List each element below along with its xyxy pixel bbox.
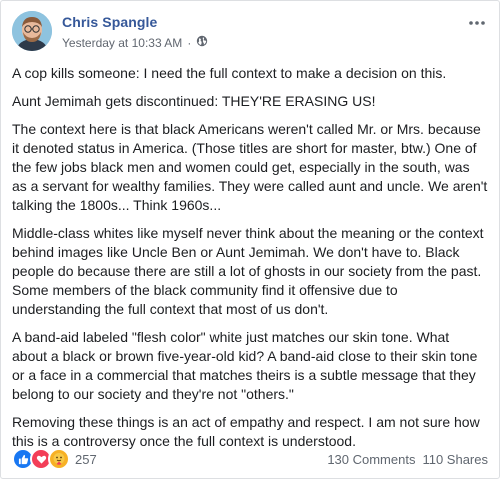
avatar-image — [12, 11, 52, 51]
post-paragraph: A band-aid labeled "flesh color" white j… — [12, 329, 478, 402]
post-footer: 257 130 Comments 110 Shares — [12, 447, 488, 471]
post-body: A cop kills someone: I need the full con… — [12, 64, 488, 460]
post-paragraph: The context here is that black Americans… — [12, 121, 488, 213]
post-header: Chris Spangle Yesterday at 10:33 AM · — [12, 11, 490, 55]
post-paragraph: Aunt Jemimah gets discontinued: THEY'RE … — [12, 93, 376, 109]
shares-link[interactable]: 110 Shares — [422, 452, 488, 467]
post-timestamp[interactable]: Yesterday at 10:33 AM — [62, 36, 182, 50]
post-paragraph: A cop kills someone: I need the full con… — [12, 65, 447, 81]
more-options-icon[interactable] — [466, 15, 488, 31]
reactions-summary[interactable]: 257 — [12, 448, 97, 470]
meta-separator: · — [187, 35, 192, 50]
globe-icon[interactable] — [196, 35, 208, 50]
post-paragraph: Removing these things is an act of empat… — [12, 414, 480, 449]
comments-link[interactable]: 130 Comments — [327, 452, 415, 467]
post-meta: Yesterday at 10:33 AM · — [62, 35, 208, 50]
reaction-icons — [12, 448, 70, 470]
post-paragraph: Middle-class whites like myself never th… — [12, 225, 484, 317]
post-card: Chris Spangle Yesterday at 10:33 AM · A … — [0, 0, 500, 479]
engagement-counts: 130 Comments 110 Shares — [327, 452, 488, 467]
author-name[interactable]: Chris Spangle — [62, 14, 157, 30]
avatar[interactable] — [12, 11, 52, 51]
care-icon — [48, 448, 70, 470]
reaction-count: 257 — [75, 451, 97, 467]
